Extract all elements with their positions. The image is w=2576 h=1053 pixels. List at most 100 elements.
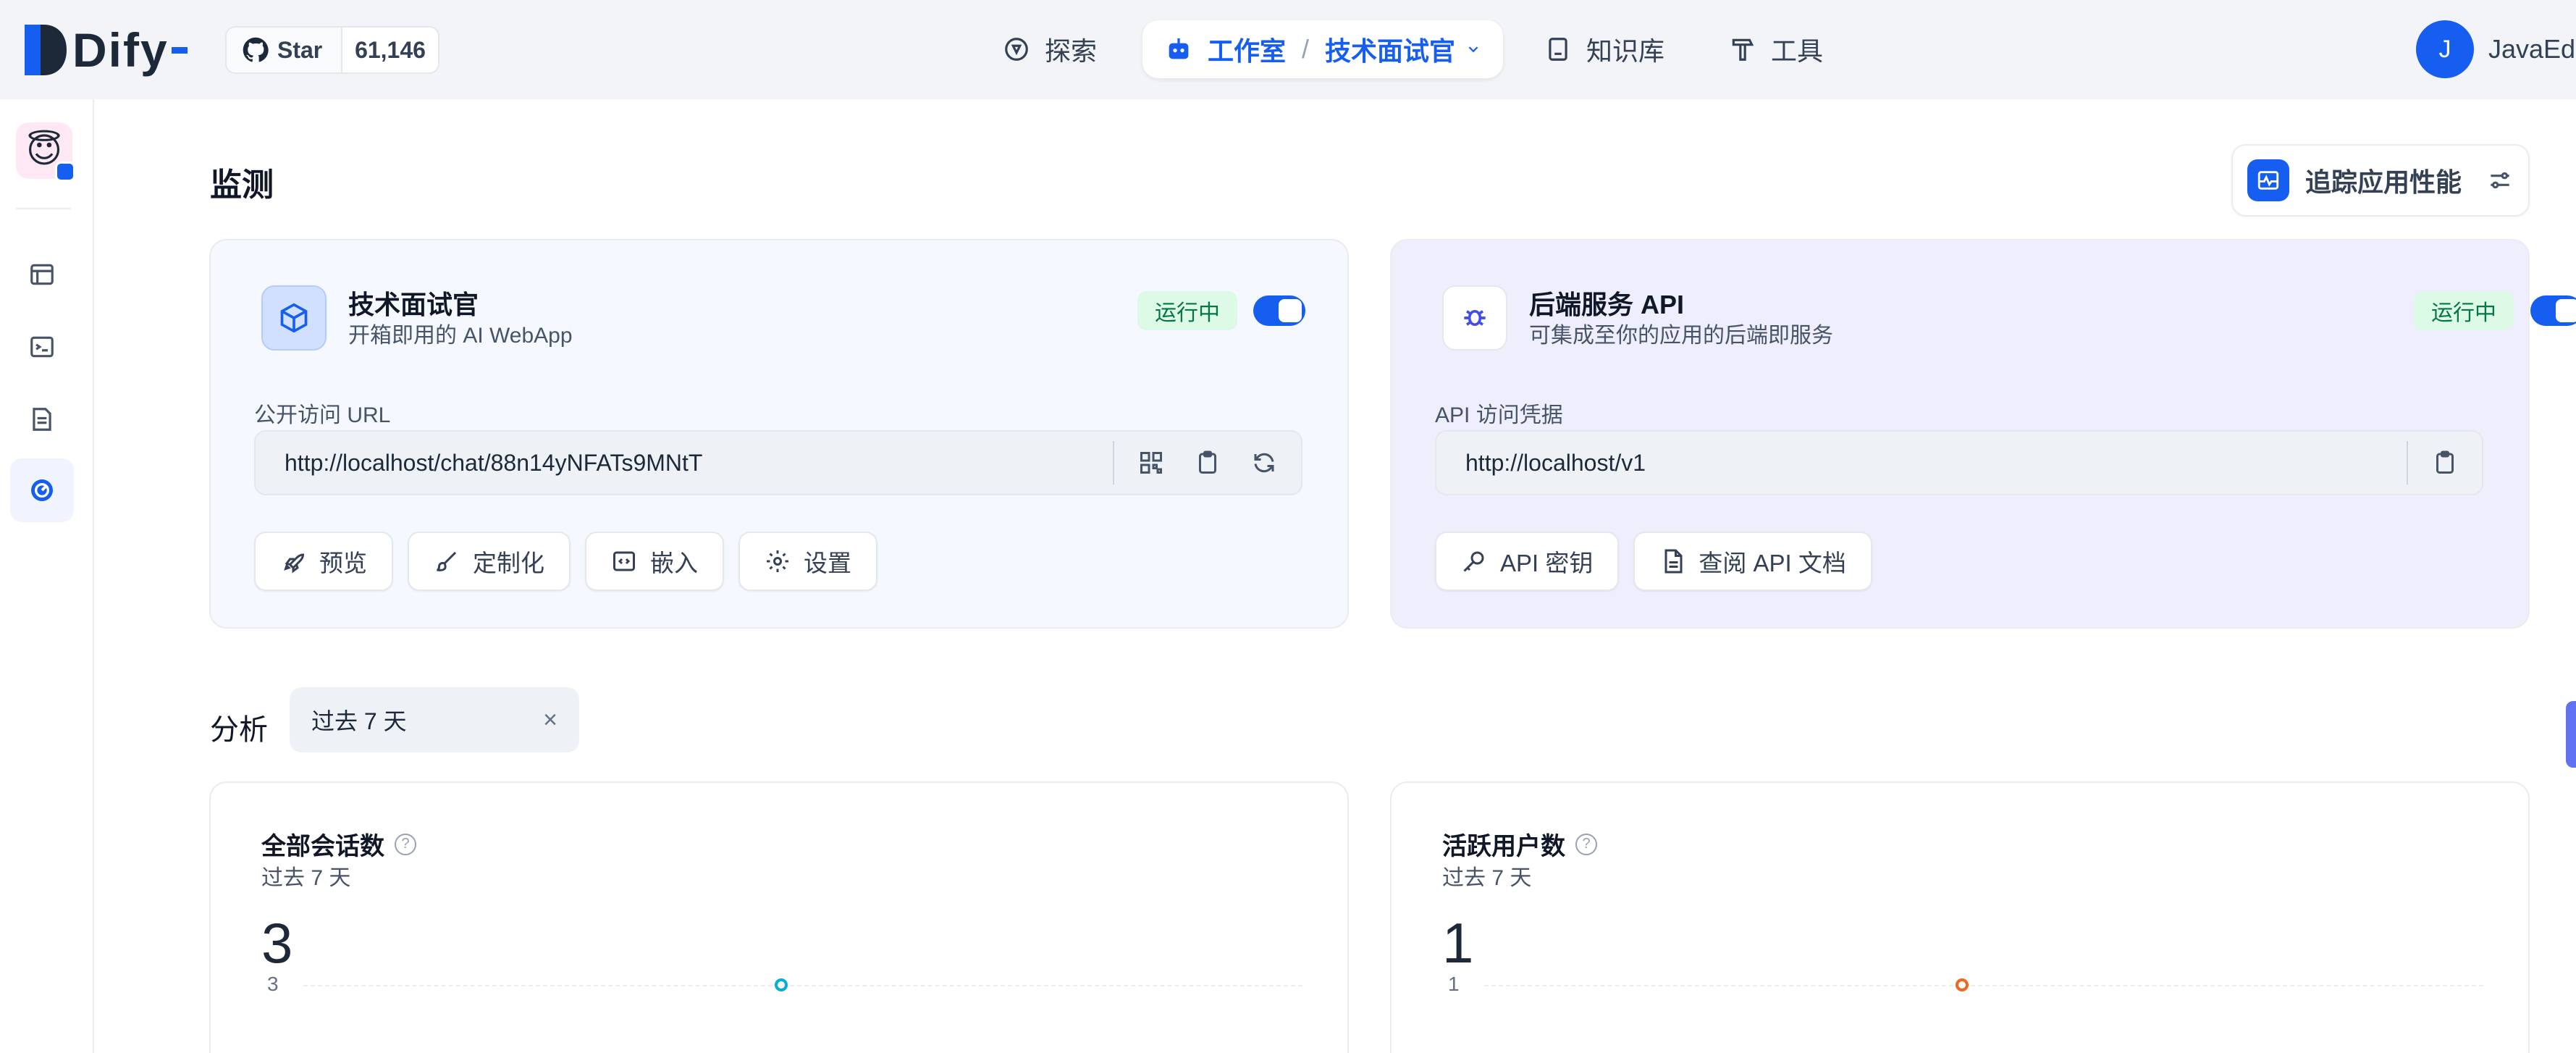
public-url-field[interactable]: http://localhost/chat/88n14yNFATs9MNtT bbox=[254, 430, 1302, 495]
github-star-count[interactable]: 61,146 bbox=[342, 28, 438, 72]
metric-value: 1 bbox=[1442, 911, 1474, 975]
webapp-card-subtitle: 开箱即用的 AI WebApp bbox=[348, 324, 573, 348]
copy-icon[interactable] bbox=[2417, 450, 2473, 476]
api-card-subtitle: 可集成至你的应用的后端即服务 bbox=[1529, 324, 1833, 348]
toggle-knob bbox=[1279, 299, 1302, 322]
nav-explore-label: 探索 bbox=[1045, 36, 1098, 66]
help-icon[interactable]: ? bbox=[1575, 833, 1597, 855]
preview-button[interactable]: 预览 bbox=[254, 532, 393, 591]
current-app-label[interactable]: 技术面试官 bbox=[1325, 30, 1455, 68]
url-tools bbox=[2407, 441, 2482, 484]
book-icon bbox=[1544, 35, 1572, 63]
period-value: 过去 7 天 bbox=[311, 708, 407, 734]
metric-title: 全部会话数 ? bbox=[261, 826, 416, 862]
monitor-gauge-icon bbox=[28, 476, 56, 505]
embed-button[interactable]: 嵌入 bbox=[585, 532, 724, 591]
settings-sliders-icon[interactable] bbox=[2486, 167, 2514, 194]
chart-gridline bbox=[303, 985, 1302, 986]
period-select[interactable]: 过去 7 天 × bbox=[290, 687, 579, 752]
toggle-knob bbox=[2556, 299, 2576, 322]
document-icon bbox=[1659, 548, 1685, 574]
help-icon[interactable]: ? bbox=[395, 833, 416, 855]
avatar[interactable]: J bbox=[2416, 20, 2474, 78]
api-key-button[interactable]: API 密钥 bbox=[1435, 532, 1620, 591]
chevron-down-icon[interactable] bbox=[1465, 41, 1481, 57]
api-url-field[interactable]: http://localhost/v1 bbox=[1435, 430, 2483, 495]
public-url-label: 公开访问 URL bbox=[254, 403, 391, 427]
nav-explore[interactable]: 探索 bbox=[1003, 20, 1097, 78]
active-users-card: 活跃用户数 ? 过去 7 天 1 1 bbox=[1390, 781, 2530, 1053]
nav-tools-label: 工具 bbox=[1771, 36, 1824, 66]
api-enable-toggle[interactable] bbox=[2530, 295, 2576, 326]
floating-side-tab[interactable] bbox=[2566, 701, 2576, 768]
sidebar-item-orchestrate[interactable] bbox=[10, 243, 74, 306]
terminal-icon bbox=[28, 333, 56, 361]
github-icon bbox=[243, 37, 269, 63]
user-menu[interactable]: J JavaEdge bbox=[2416, 20, 2576, 78]
backend-api-card: 后端服务 API 可集成至你的应用的后端即服务 运行中 API 访问凭据 htt… bbox=[1390, 239, 2576, 629]
github-star-button[interactable]: Star bbox=[227, 28, 342, 72]
sidebar-item-monitor[interactable] bbox=[10, 458, 74, 522]
metric-title-text: 全部会话数 bbox=[261, 833, 384, 860]
copy-icon[interactable] bbox=[1179, 450, 1236, 476]
webapp-actions: 预览 定制化 嵌入 设置 bbox=[254, 532, 892, 591]
github-star-widget[interactable]: Star 61,146 bbox=[225, 26, 439, 74]
metric-title-text: 活跃用户数 bbox=[1442, 833, 1565, 860]
github-star-label: Star bbox=[277, 36, 323, 63]
log-icon bbox=[28, 406, 56, 433]
sidebar-item-logs[interactable] bbox=[10, 387, 74, 451]
public-url-value[interactable]: http://localhost/chat/88n14yNFATs9MNtT bbox=[256, 450, 1113, 477]
total-conversations-card: 全部会话数 ? 过去 7 天 3 3 bbox=[209, 781, 1349, 1053]
settings-button[interactable]: 设置 bbox=[738, 532, 877, 591]
chart-data-point[interactable] bbox=[775, 978, 788, 991]
rocket-icon bbox=[280, 548, 306, 574]
refresh-icon[interactable] bbox=[1236, 450, 1292, 476]
y-axis-tick-label: 3 bbox=[267, 973, 279, 995]
metric-value: 3 bbox=[261, 911, 293, 975]
logo-underscore bbox=[171, 46, 188, 54]
dify-logo[interactable]: Dify bbox=[25, 23, 188, 77]
api-key-label: API 密钥 bbox=[1500, 550, 1594, 576]
main-content: 监测 追踪应用性能 技术面试官 开箱即用的 AI WebApp 运行中 公开访问… bbox=[94, 99, 2576, 1053]
sidebar-item-api[interactable] bbox=[10, 315, 74, 379]
customize-button[interactable]: 定制化 bbox=[408, 532, 571, 591]
layout-icon bbox=[28, 261, 56, 288]
clear-icon[interactable]: × bbox=[543, 706, 557, 734]
breadcrumb-separator: / bbox=[1302, 34, 1310, 64]
status-badge: 运行中 bbox=[2414, 291, 2514, 330]
preview-label: 预览 bbox=[319, 550, 367, 576]
key-icon bbox=[1461, 548, 1487, 574]
logo-text: Dify bbox=[72, 23, 169, 77]
url-tools bbox=[1113, 441, 1301, 484]
chart-data-point[interactable] bbox=[1956, 978, 1969, 991]
trace-chart-icon bbox=[2247, 159, 2289, 201]
api-docs-label: 查阅 API 文档 bbox=[1699, 550, 1846, 576]
api-card-title: 后端服务 API bbox=[1529, 290, 1685, 319]
api-docs-button[interactable]: 查阅 API 文档 bbox=[1633, 532, 1872, 591]
y-axis-tick-label: 1 bbox=[1448, 973, 1460, 995]
user-name[interactable]: JavaEdge bbox=[2488, 34, 2576, 64]
nav-knowledge[interactable]: 知识库 bbox=[1544, 20, 1664, 78]
nav-knowledge-label: 知识库 bbox=[1586, 36, 1665, 66]
webapp-card-title: 技术面试官 bbox=[348, 290, 479, 319]
cube-icon bbox=[261, 285, 327, 351]
api-connection-icon bbox=[1442, 285, 1507, 351]
webapp-enable-toggle[interactable] bbox=[1253, 295, 1305, 326]
analysis-heading: 分析 bbox=[210, 714, 268, 746]
code-browser-icon bbox=[611, 548, 637, 574]
trace-app-performance-button[interactable]: 追踪应用性能 bbox=[2231, 144, 2530, 217]
brush-icon bbox=[434, 548, 460, 574]
hammer-icon bbox=[1729, 35, 1756, 63]
settings-label: 设置 bbox=[804, 550, 851, 576]
top-navigation-bar: Dify Star 61,146 探索 工作室 / 技术面试官 知识库 工具 J… bbox=[0, 0, 2576, 99]
gear-icon bbox=[765, 548, 791, 574]
robot-icon bbox=[1164, 35, 1193, 64]
chart-gridline bbox=[1484, 985, 2483, 986]
nav-studio-label: 工作室 bbox=[1208, 36, 1287, 66]
qr-code-icon[interactable] bbox=[1123, 450, 1179, 476]
api-url-value[interactable]: http://localhost/v1 bbox=[1436, 450, 2407, 477]
app-icon[interactable]: 😇 bbox=[16, 122, 75, 182]
nav-studio[interactable]: 工作室 / 技术面试官 bbox=[1142, 20, 1504, 78]
nav-tools[interactable]: 工具 bbox=[1729, 20, 1823, 78]
api-actions: API 密钥 查阅 API 文档 bbox=[1435, 532, 1887, 591]
